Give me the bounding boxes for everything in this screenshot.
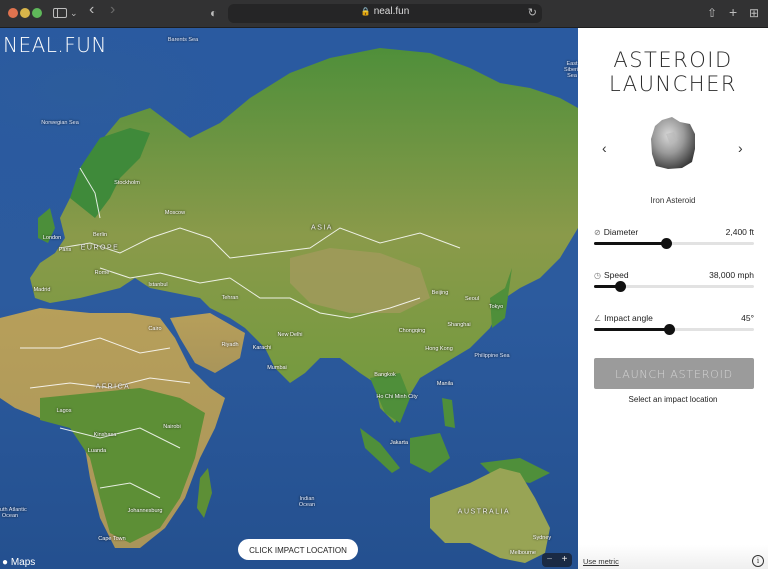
- impact-angle-slider[interactable]: [594, 324, 754, 335]
- map-label: Sydney: [532, 535, 552, 541]
- map-label: Karachi: [252, 345, 272, 351]
- browser-toolbar: ⌄ ‹ › ◐ 🔒 neal.fun ↻ ⇧ + ⊞: [0, 0, 768, 28]
- australia-landmass: [430, 468, 550, 563]
- map-label: Mumbai: [267, 365, 287, 371]
- zoom-in-button[interactable]: +: [557, 553, 572, 567]
- map-label: Barents Sea: [167, 37, 199, 43]
- map-label: Tehran: [221, 295, 239, 301]
- borneo: [410, 433, 450, 473]
- madagascar: [197, 468, 212, 518]
- maximize-window-button[interactable]: [32, 8, 42, 18]
- map-label: Manila: [436, 381, 454, 387]
- map-label: Rome: [94, 270, 110, 276]
- map-label: Philippine Sea: [474, 353, 510, 359]
- diameter-icon: ⊘: [594, 227, 601, 237]
- url-text: neal.fun: [373, 6, 410, 17]
- share-icon[interactable]: ⇧: [707, 5, 717, 21]
- map-label: Luanda: [87, 448, 107, 454]
- map-label: Beijing: [431, 290, 449, 296]
- world-map[interactable]: NEAL.FUN Barents Sea Norwegian Sea Stock…: [0, 28, 578, 569]
- map-label: Cairo: [148, 326, 162, 332]
- map-label: Hong Kong: [425, 346, 453, 352]
- map-label: Lagos: [56, 408, 72, 414]
- map-label: Stockholm: [114, 180, 140, 186]
- prev-asteroid-button[interactable]: ‹: [602, 140, 607, 156]
- map-label: Tokyo: [488, 304, 504, 310]
- status-hint: Select an impact location: [628, 395, 718, 404]
- map-label: Kinshasa: [93, 432, 117, 438]
- back-button[interactable]: ‹: [89, 2, 94, 18]
- map-label: South Atlantic Ocean: [0, 507, 27, 519]
- map-label: Moscow: [164, 210, 186, 216]
- speed-value: 38,000 mph: [709, 270, 754, 280]
- info-icon[interactable]: i: [752, 555, 764, 567]
- impact-angle-slider-fill: [594, 328, 670, 331]
- diameter-slider-thumb[interactable]: [661, 238, 672, 249]
- speed-label: Speed: [603, 270, 629, 280]
- map-label: Melbourne: [510, 550, 536, 556]
- speed-slider-thumb[interactable]: [614, 281, 626, 292]
- map-label: AFRICA: [95, 383, 131, 391]
- tab-overview-icon[interactable]: ⊞: [749, 5, 759, 21]
- map-label: ASIA: [311, 224, 333, 232]
- zoom-out-button[interactable]: −: [542, 553, 557, 567]
- map-label: Paris: [58, 247, 72, 253]
- diameter-value: 2,400 ft: [725, 227, 754, 237]
- use-metric-link[interactable]: Use metric: [583, 557, 619, 566]
- map-label: London: [42, 235, 62, 241]
- angle-icon: ∠: [594, 313, 602, 323]
- sidebar-toggle-icon[interactable]: [53, 8, 67, 18]
- diameter-slider[interactable]: [594, 238, 754, 249]
- new-tab-icon[interactable]: +: [729, 4, 737, 20]
- map-label: Bangkok: [374, 372, 396, 378]
- sumatra: [360, 428, 400, 473]
- impact-angle-value: 45°: [741, 313, 754, 323]
- asteroid-launcher-panel: ASTEROID LAUNCHER ‹ › Iron Asteroid ⊘ Dia…: [578, 28, 768, 569]
- map-label: Cape Town: [98, 536, 126, 542]
- map-label: Indian Ocean: [298, 496, 316, 508]
- address-bar[interactable]: 🔒 neal.fun ↻: [228, 4, 542, 23]
- asteroid-name: Iron Asteroid: [650, 196, 696, 205]
- minimize-window-button[interactable]: [20, 8, 30, 18]
- map-label: Shanghai: [447, 322, 471, 328]
- diameter-label: Diameter: [603, 227, 639, 237]
- map-label: AUSTRALIA: [457, 508, 511, 516]
- launch-asteroid-button[interactable]: LAUNCH ASTEROID: [594, 358, 754, 389]
- map-zoom-control: − +: [542, 553, 572, 567]
- lock-icon: 🔒: [360, 7, 371, 16]
- map-label: Istanbul: [148, 282, 168, 288]
- asteroid-image: [651, 117, 695, 169]
- panel-footer: Use metric i: [578, 545, 768, 569]
- impact-angle-slider-thumb[interactable]: [664, 324, 676, 335]
- map-label: Madrid: [33, 287, 51, 293]
- apple-maps-brand: ● Maps: [2, 557, 36, 568]
- neal-fun-logo[interactable]: NEAL.FUN: [3, 33, 107, 57]
- map-label: East Siberian Sea: [564, 61, 578, 79]
- map-label: EUROPE: [80, 244, 120, 252]
- speed-icon: ◷: [594, 270, 601, 280]
- map-label: Berlin: [92, 232, 108, 238]
- map-label: Norwegian Sea: [41, 120, 79, 126]
- map-label: Seoul: [464, 296, 480, 302]
- forward-button[interactable]: ›: [110, 2, 115, 18]
- map-landmass: [0, 48, 578, 563]
- chevron-down-icon[interactable]: ⌄: [70, 5, 78, 21]
- map-label: Nairobi: [163, 424, 181, 430]
- next-asteroid-button[interactable]: ›: [738, 140, 743, 156]
- privacy-shield-icon[interactable]: ◐: [210, 5, 217, 21]
- map-label: New Delhi: [277, 332, 303, 338]
- reload-icon[interactable]: ↻: [528, 6, 537, 19]
- philippines: [442, 398, 455, 428]
- page-title: ASTEROID LAUNCHER: [609, 48, 737, 96]
- map-label: Chongqing: [398, 328, 426, 334]
- map-label: Johannesburg: [127, 508, 163, 514]
- close-window-button[interactable]: [8, 8, 18, 18]
- map-label: Ho Chi Minh City: [376, 394, 418, 400]
- impact-angle-label: Impact angle: [604, 313, 653, 323]
- diameter-slider-fill: [594, 242, 666, 245]
- click-impact-location-button[interactable]: CLICK IMPACT LOCATION: [238, 539, 358, 560]
- map-label: Riyadh: [221, 342, 239, 348]
- map-label: Jakarta: [389, 440, 409, 446]
- speed-slider[interactable]: [594, 281, 754, 292]
